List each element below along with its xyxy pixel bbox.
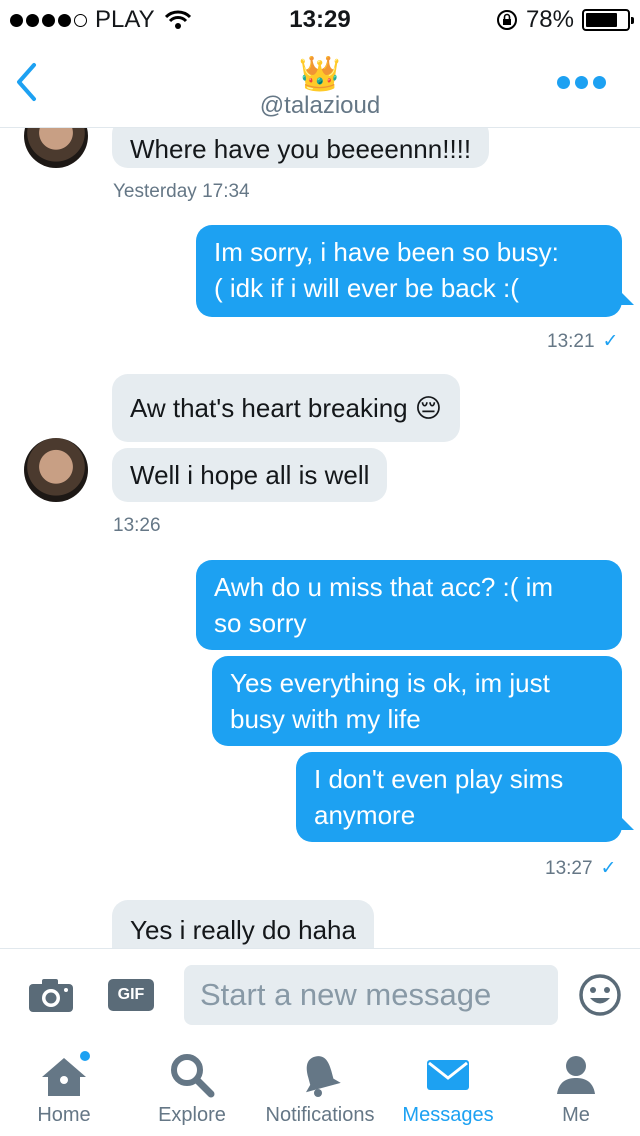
battery-icon bbox=[582, 9, 634, 31]
profile-icon bbox=[557, 1056, 595, 1094]
message-list[interactable]: Where have you beeeennn!!!! Yesterday 17… bbox=[0, 128, 640, 948]
conversation-handle[interactable]: @talazioud bbox=[0, 92, 640, 120]
rotation-lock-icon bbox=[496, 10, 517, 30]
battery-info: 78% bbox=[496, 6, 634, 34]
incoming-message[interactable]: Aw that's heart breaking 😔 bbox=[112, 374, 460, 442]
message-timestamp: 13:26 bbox=[113, 515, 161, 536]
search-icon bbox=[171, 1054, 215, 1098]
message-line: Awh do u miss that acc? :( im bbox=[214, 572, 554, 602]
message-line: Yes everything is ok, im just bbox=[230, 668, 550, 698]
outgoing-message[interactable]: I don't even play sims anymore bbox=[296, 752, 622, 842]
tab-label: Me bbox=[562, 1104, 590, 1126]
tab-messages[interactable]: Messages bbox=[384, 1040, 512, 1136]
read-checkmark-icon: ✓ bbox=[602, 331, 619, 352]
message-line: ( idk if i will ever be back :( bbox=[214, 273, 519, 303]
bubble-tail bbox=[620, 291, 634, 305]
camera-icon[interactable] bbox=[28, 977, 74, 1013]
tab-me[interactable]: Me bbox=[512, 1040, 640, 1136]
conversation-header: 👑 @talazioud bbox=[0, 40, 640, 128]
message-line: I don't even play sims bbox=[314, 764, 564, 794]
more-options-icon[interactable] bbox=[557, 76, 606, 89]
message-line: busy with my life bbox=[230, 704, 421, 734]
envelope-icon bbox=[427, 1060, 469, 1090]
tab-home[interactable]: Home bbox=[0, 1040, 128, 1136]
tab-notifications[interactable]: Notifications bbox=[256, 1040, 384, 1136]
profile-crown-emoji[interactable]: 👑 bbox=[0, 56, 640, 92]
incoming-message[interactable]: Where have you beeeennn!!!! bbox=[112, 128, 490, 168]
message-line: anymore bbox=[314, 800, 416, 830]
tab-bar: Home Explore Notifications Messages Me bbox=[0, 1040, 640, 1136]
tab-label: Notifications bbox=[265, 1104, 375, 1126]
incoming-message[interactable]: Yes i really do haha bbox=[112, 900, 374, 948]
message-timestamp: 13:27 ✓ bbox=[545, 857, 616, 880]
emoji-icon[interactable] bbox=[578, 973, 622, 1017]
message-line: so sorry bbox=[214, 608, 307, 638]
gif-button[interactable]: GIF bbox=[108, 979, 154, 1011]
read-checkmark-icon: ✓ bbox=[600, 858, 617, 879]
status-bar: PLAY 13:29 78% bbox=[0, 0, 640, 40]
contact-avatar[interactable] bbox=[24, 438, 88, 502]
tab-label: Messages bbox=[402, 1104, 494, 1126]
contact-avatar[interactable] bbox=[24, 128, 88, 168]
battery-percent: 78% bbox=[525, 6, 574, 33]
timestamp-text: 13:21 bbox=[547, 331, 595, 352]
timestamp-text: 13:27 bbox=[545, 858, 593, 879]
outgoing-message[interactable]: Awh do u miss that acc? :( im so sorry bbox=[196, 560, 622, 650]
tab-explore[interactable]: Explore bbox=[128, 1040, 256, 1136]
bubble-tail bbox=[620, 816, 634, 830]
bell-icon bbox=[305, 1056, 341, 1097]
message-line: Im sorry, i have been so busy: bbox=[214, 237, 559, 267]
message-timestamp: Yesterday 17:34 bbox=[113, 181, 250, 202]
outgoing-message[interactable]: Yes everything is ok, im just busy with … bbox=[212, 656, 622, 746]
battery-fill bbox=[586, 13, 618, 27]
incoming-message[interactable]: Well i hope all is well bbox=[112, 448, 388, 502]
home-icon bbox=[42, 1051, 90, 1096]
tab-label: Explore bbox=[158, 1104, 226, 1126]
outgoing-message[interactable]: Im sorry, i have been so busy: ( idk if … bbox=[196, 225, 622, 317]
message-timestamp: 13:21 ✓ bbox=[547, 330, 618, 353]
message-composer: GIF Start a new message bbox=[0, 948, 640, 1038]
message-input[interactable]: Start a new message bbox=[184, 965, 558, 1025]
